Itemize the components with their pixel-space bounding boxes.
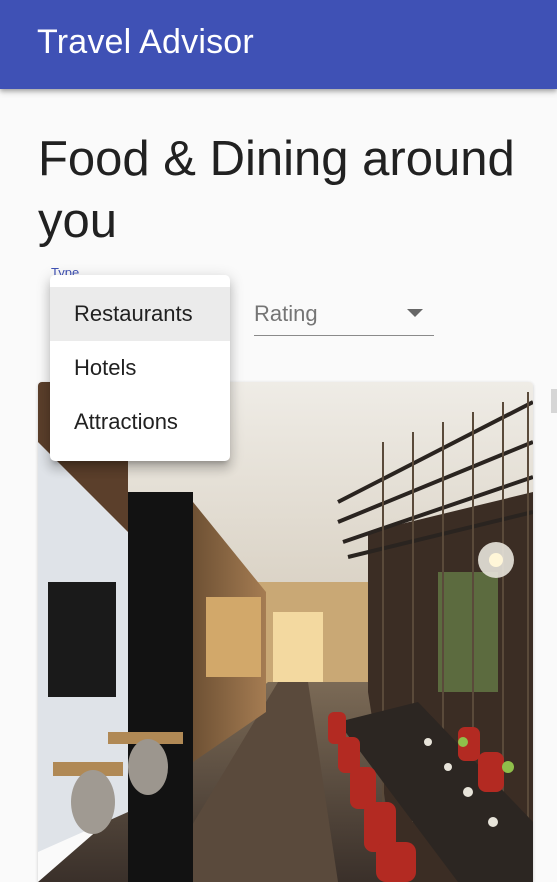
menu-item-attractions[interactable]: Attractions <box>50 395 230 449</box>
app-bar: Travel Advisor <box>0 0 557 89</box>
scrollbar-thumb[interactable] <box>551 389 557 413</box>
rating-select[interactable]: Rating <box>254 292 434 336</box>
chevron-down-icon <box>407 309 423 317</box>
rating-select-label: Rating <box>254 301 318 326</box>
menu-item-hotels[interactable]: Hotels <box>50 341 230 395</box>
type-dropdown-menu: Restaurants Hotels Attractions <box>50 275 230 461</box>
page-title: Food & Dining around you <box>38 132 515 248</box>
menu-item-restaurants[interactable]: Restaurants <box>50 287 230 341</box>
app-title: Travel Advisor <box>37 23 254 61</box>
